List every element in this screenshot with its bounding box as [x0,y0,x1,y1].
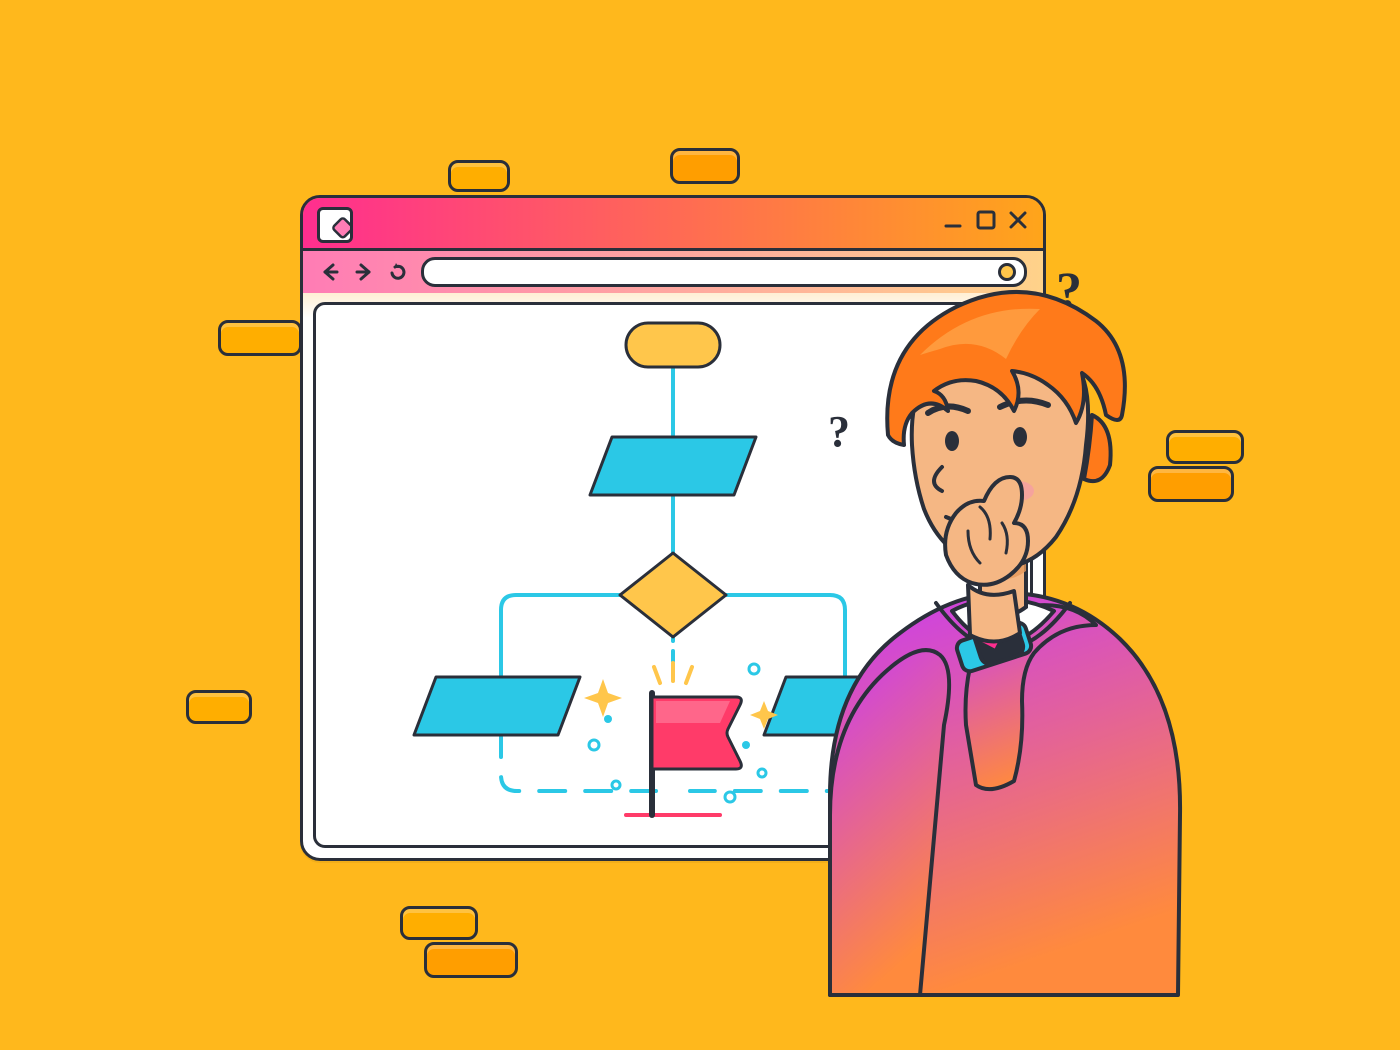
thinking-person-illustration [770,255,1200,995]
deco-pill [400,906,478,940]
close-button[interactable] [1007,209,1029,231]
deco-pill [186,690,252,724]
minimize-button[interactable] [943,209,965,231]
flowchart-process-node [590,437,756,495]
reload-button[interactable] [387,261,409,283]
deco-pill [670,148,740,184]
forearm [968,585,1020,642]
deco-pill [424,942,518,978]
deco-pill [218,320,302,356]
deco-pill [448,160,510,192]
forward-button[interactable] [353,261,375,283]
app-diamond-icon [317,207,353,243]
flowchart-process-node-left [414,677,580,735]
flowchart-start-node [626,323,720,367]
browser-titlebar [303,198,1043,251]
flowchart-decision-node [620,553,726,637]
maximize-button[interactable] [975,209,997,231]
back-button[interactable] [319,261,341,283]
